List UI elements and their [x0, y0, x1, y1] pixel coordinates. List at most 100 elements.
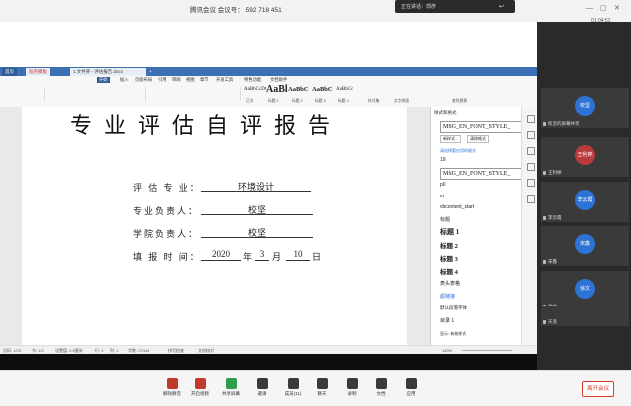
participant-tile[interactable]: 校坚 校坚的屏幕共享: [541, 88, 629, 128]
style-panel-icon[interactable]: [527, 115, 535, 123]
tab-templates[interactable]: 稻壳模板: [26, 68, 50, 76]
toolbar-item[interactable]: 解除静音: [158, 378, 186, 397]
paragraph-group[interactable]: [150, 87, 241, 101]
style-list-item[interactable]: 标题 2: [440, 240, 458, 250]
participant-name: 宋鑫: [548, 259, 557, 264]
new-style-button[interactable]: 新样式...: [440, 135, 462, 143]
select-icon[interactable]: [527, 131, 535, 139]
toolbar-icon: [166, 378, 178, 389]
tab-document[interactable]: 1.文件夹 - 评估报告.docx: [70, 68, 146, 76]
style-filter[interactable]: 显示: 有效样式: [440, 331, 466, 337]
participant-avatar: 李云霞: [575, 190, 595, 210]
toolbar-item[interactable]: 开启视频: [186, 378, 214, 397]
menu-view[interactable]: 视图: [186, 77, 195, 83]
meeting-title: 腾讯会议 会议号： 592 718 451: [190, 7, 282, 14]
style-heading1[interactable]: AaBl: [266, 84, 288, 95]
styleset-button[interactable]: 样式集: [368, 99, 379, 104]
participant-name: 李云霞: [548, 215, 562, 220]
participant-name: 校坚的屏幕共享: [548, 121, 580, 126]
participant-avatar: 徐文: [575, 279, 595, 299]
style-normal[interactable]: AaBbCcDt: [244, 87, 266, 92]
style-list-item[interactable]: 表头表格: [440, 280, 460, 287]
mic-icon: [543, 260, 546, 264]
field-major-head-label: 专业负责人：: [133, 206, 200, 216]
backup-icon[interactable]: [527, 163, 535, 171]
font-group[interactable]: [50, 87, 146, 101]
toolbar-item[interactable]: 录制: [338, 378, 366, 397]
maximize-icon[interactable]: ▢: [600, 4, 607, 12]
date-year: 2020: [201, 249, 241, 261]
zoom-slider[interactable]: [462, 350, 512, 351]
toolbar-item[interactable]: 聊天: [308, 378, 336, 397]
style-heading4-label: 标题 4: [338, 99, 349, 103]
clear-format-button[interactable]: 清除格式: [467, 135, 489, 143]
field-college-head-value: 校坚: [201, 226, 313, 238]
share-bottom-strip: [0, 354, 537, 370]
toolbar-item[interactable]: 文档: [367, 378, 395, 397]
participant-tile[interactable]: 天涯天涯: [541, 306, 629, 326]
typeset-button[interactable]: 文字排版: [394, 99, 409, 104]
toolbar-item[interactable]: 共享屏幕: [217, 378, 245, 397]
toolbar-label: 共享屏幕: [222, 391, 240, 396]
speaking-label: 正在讲话：郭彦: [401, 4, 437, 10]
style-list-item[interactable]: 标题 4: [440, 266, 458, 276]
toolbar-icon: [225, 378, 237, 389]
shape-icon[interactable]: [527, 147, 535, 155]
menu-home[interactable]: 开始: [97, 77, 110, 83]
date-month-unit: 月: [272, 252, 284, 262]
tab-home[interactable]: 首页: [2, 68, 17, 76]
toolbar-icon: [316, 378, 328, 389]
expand-icon[interactable]: ↩: [499, 3, 504, 10]
style-list-item[interactable]: 目录 1: [440, 317, 454, 324]
date-day-unit: 日: [312, 252, 324, 262]
menu-insert[interactable]: 插入: [120, 77, 129, 83]
toolbar-icon: [375, 378, 387, 389]
menu-references[interactable]: 引用: [158, 77, 167, 83]
find-replace-button[interactable]: 查找替换: [452, 99, 467, 104]
toolbar-item[interactable]: 应用: [397, 378, 425, 397]
menu-chapter[interactable]: 章节: [200, 77, 209, 83]
participant-name: 天涯: [548, 319, 557, 324]
participant-tile[interactable]: 宋鑫 宋鑫: [541, 226, 629, 266]
menu-features[interactable]: 特色功能: [244, 77, 261, 83]
current-style-box[interactable]: MSG_EN_FONT_STYLE_: [440, 121, 526, 133]
clipboard-group[interactable]: [4, 87, 45, 101]
style-heading4[interactable]: AaBbCc: [336, 87, 353, 92]
style-heading2[interactable]: AaBbC: [288, 86, 309, 93]
new-tab-icon[interactable]: +: [146, 68, 155, 76]
toolbar-item[interactable]: 邀请: [248, 378, 276, 397]
menu-layout[interactable]: 页面布局: [135, 77, 152, 83]
document-title: 专业评估自评报告: [70, 113, 343, 138]
style-list-item[interactable]: MSG_EN_FONT_STYLE_: [440, 168, 526, 180]
toolbar-item[interactable]: 成员(11): [279, 378, 307, 397]
participant-tile[interactable]: 王利婷 王利婷: [541, 137, 629, 177]
participant-tile[interactable]: 徐文徐文: [541, 271, 629, 311]
menu-review[interactable]: 审阅: [172, 77, 181, 83]
share-icon[interactable]: [527, 179, 535, 187]
style-list-item[interactable]: s1: [440, 193, 444, 198]
style-list-item[interactable]: 标题 1: [440, 227, 459, 237]
menu-developer[interactable]: 开发工具: [216, 77, 233, 83]
style-list-item[interactable]: 标题: [440, 216, 450, 223]
style-list-item[interactable]: 默认段落字体: [440, 305, 467, 311]
participant-tile[interactable]: 李云霞 李云霞: [541, 182, 629, 222]
meeting-top-bar: [0, 0, 631, 23]
style-list-item[interactable]: 超链接: [440, 293, 455, 300]
mic-icon: [543, 320, 546, 324]
wps-menu-bar: 开始 插入 页面布局 引用 审阅 视图 章节 开发工具 特色功能 文档助手: [0, 76, 537, 84]
leave-meeting-button[interactable]: 离开会议: [582, 381, 614, 397]
mic-icon: [543, 122, 546, 126]
field-major-head-value: 校坚: [201, 203, 313, 215]
minimize-icon[interactable]: —: [586, 5, 593, 12]
close-icon[interactable]: ✕: [614, 4, 620, 12]
style-heading3[interactable]: AaBbC: [312, 86, 333, 93]
style-list-item[interactable]: vbcontent_start: [440, 204, 474, 210]
style-list-item[interactable]: p0: [440, 182, 446, 188]
style-list-item[interactable]: 19: [440, 157, 446, 163]
speaking-indicator: 正在讲话：郭彦 ↩: [395, 0, 515, 13]
menu-doc-assistant[interactable]: 文档助手: [270, 77, 287, 83]
settings-icon[interactable]: [527, 195, 535, 203]
mic-icon: [543, 171, 546, 175]
style-list-item[interactable]: 标题 3: [440, 253, 458, 263]
field-college-head-label: 学院负责人：: [133, 229, 200, 239]
